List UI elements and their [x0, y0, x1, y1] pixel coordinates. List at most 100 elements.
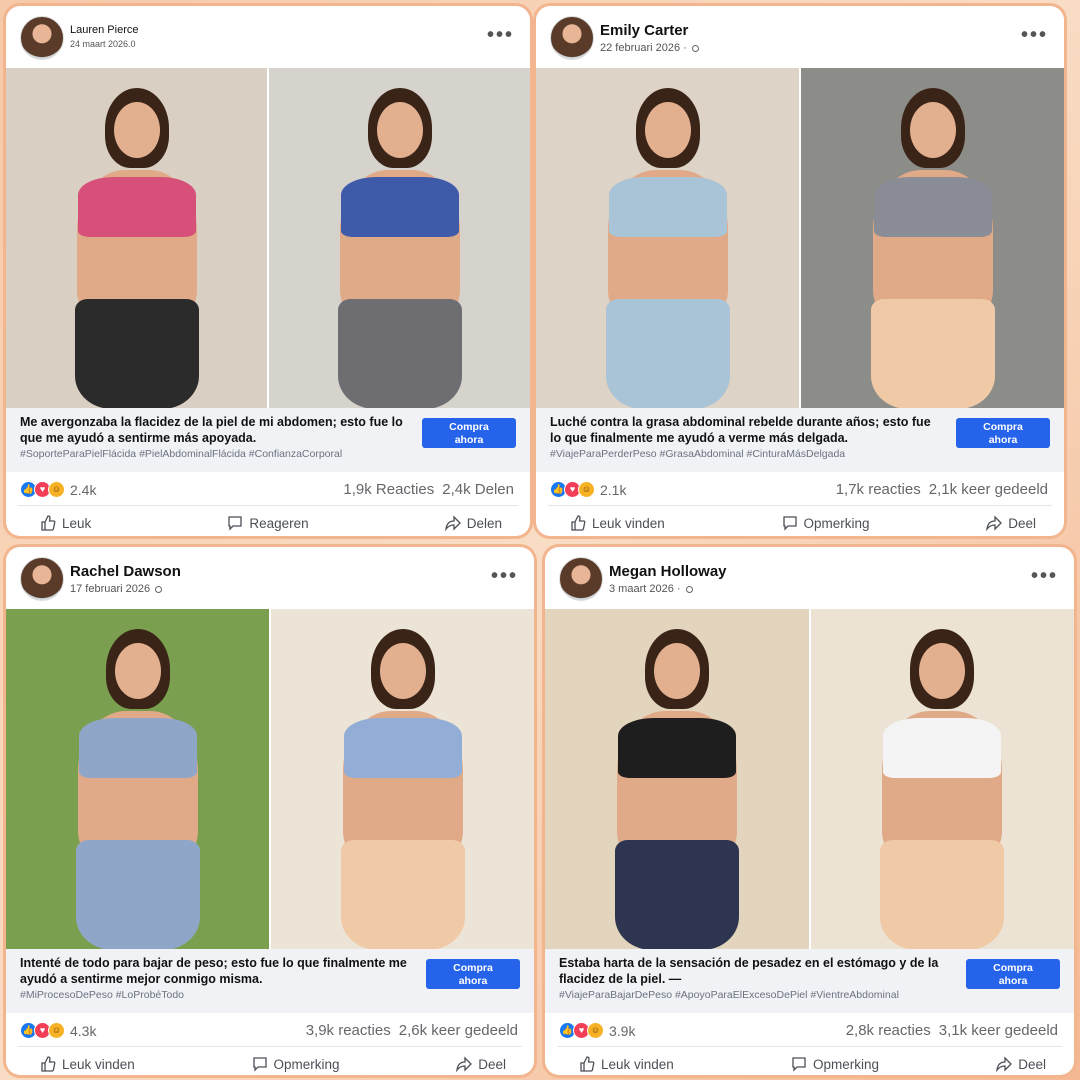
shop-now-button[interactable]: Compra ahora [426, 959, 520, 989]
after-photo [801, 68, 1064, 408]
share-button[interactable]: Delen [444, 515, 502, 531]
post-actions: Leuk vinden Opmerking Deel [6, 1047, 534, 1075]
person-top [78, 717, 197, 778]
reaction-summary[interactable]: 👍 ♥ ☺ 2.1k [550, 481, 626, 498]
shares-total[interactable]: 3,1k keer gedeeld [939, 1022, 1058, 1039]
share-icon [444, 515, 461, 531]
like-button[interactable]: Leuk vinden [40, 1056, 135, 1072]
author-name[interactable]: Rachel Dawson [70, 563, 181, 580]
shop-now-line2: ahora [458, 975, 488, 987]
ad-caption: Intenté de todo para bajar de peso; esto… [20, 956, 407, 986]
shop-now-line1: Compra [453, 962, 493, 974]
like-button[interactable]: Leuk vinden [570, 515, 665, 531]
care-reaction-icon: ☺ [48, 481, 65, 498]
post-card: Rachel Dawson 17 februari 2026 ••• Inten… [6, 547, 534, 1075]
share-icon [996, 1056, 1013, 1072]
person-bottom [605, 299, 730, 408]
engagement-counts[interactable]: 1,7k reacties 2,1k keer gedeeld [836, 481, 1048, 498]
comment-button[interactable]: Reageren [227, 515, 309, 531]
avatar[interactable] [20, 16, 64, 60]
post-card: Lauren Pierce 24 maart 2026.0 ••• Me ave… [6, 6, 530, 536]
post-actions: Leuk vinden Opmerking Deel [536, 506, 1064, 536]
reactions-total[interactable]: 2,8k reacties [846, 1022, 931, 1039]
shop-now-line2: ahora [998, 975, 1028, 987]
reaction-count: 4.3k [70, 1022, 97, 1039]
person-top [883, 717, 1002, 778]
photo-collage[interactable] [545, 609, 1074, 949]
share-label: Deel [478, 1056, 506, 1072]
person-head [379, 643, 426, 699]
share-button[interactable]: Deel [986, 515, 1036, 531]
engagement-counts[interactable]: 2,8k reacties 3,1k keer gedeeld [846, 1022, 1058, 1039]
person-head [376, 102, 423, 158]
care-reaction-icon: ☺ [48, 1022, 65, 1039]
avatar[interactable] [559, 557, 603, 601]
shares-total[interactable]: 2,1k keer gedeeld [929, 481, 1048, 498]
photo-collage[interactable] [536, 68, 1064, 408]
share-icon [986, 515, 1003, 531]
reaction-stats: 👍 ♥ ☺ 2.4k 1,9k Reacties 2,4k Delen [18, 472, 518, 506]
shop-now-button[interactable]: Compra ahora [966, 959, 1060, 989]
more-options-icon[interactable]: ••• [1021, 25, 1048, 45]
thumbs-up-icon [41, 515, 56, 531]
post-date-text: 17 februari 2026 [70, 583, 151, 595]
reactions-total[interactable]: 1,9k Reacties [343, 481, 434, 498]
care-reaction-icon: ☺ [578, 481, 595, 498]
reaction-summary[interactable]: 👍 ♥ ☺ 3.9k [559, 1022, 635, 1039]
photo-collage[interactable] [6, 68, 530, 408]
post-date: 3 maart 2026 · [609, 583, 693, 595]
person-head [919, 643, 966, 699]
avatar[interactable] [550, 16, 594, 60]
shares-total[interactable]: 2,6k keer gedeeld [399, 1022, 518, 1039]
shop-now-button[interactable]: Compra ahora [422, 418, 516, 448]
like-button[interactable]: Leuk vinden [579, 1056, 674, 1072]
reaction-summary[interactable]: 👍 ♥ ☺ 2.4k [20, 481, 96, 498]
hashtags[interactable]: #ViajeParaBajarDePeso #ApoyoParaElExceso… [559, 989, 1060, 1001]
person-bottom [74, 299, 199, 408]
hashtags[interactable]: #MiProcesoDePeso #LoProbéTodo [20, 989, 520, 1001]
shares-total[interactable]: 2,4k Delen [442, 481, 514, 498]
comment-icon [228, 516, 242, 531]
share-label: Deel [1008, 515, 1036, 531]
more-options-icon[interactable]: ••• [487, 25, 514, 45]
shop-now-button[interactable]: Compra ahora [956, 418, 1050, 448]
reactions-total[interactable]: 3,9k reacties [306, 1022, 391, 1039]
shop-now-line1: Compra [993, 962, 1033, 974]
like-label: Leuk vinden [592, 515, 665, 531]
before-photo [536, 68, 799, 408]
ad-caption: Me avergonzaba la flacidez de la piel de… [20, 415, 403, 445]
ad-caption-bar: Estaba harta de la sensación de pesadez … [545, 949, 1074, 1013]
engagement-counts[interactable]: 1,9k Reacties 2,4k Delen [343, 481, 514, 498]
more-options-icon[interactable]: ••• [491, 566, 518, 586]
reaction-summary[interactable]: 👍 ♥ ☺ 4.3k [20, 1022, 96, 1039]
person-bottom [340, 840, 465, 949]
more-options-icon[interactable]: ••• [1031, 566, 1058, 586]
post-date: 24 maart 2026.0 [70, 39, 136, 49]
reaction-count: 3.9k [609, 1022, 636, 1039]
before-photo [6, 609, 269, 949]
hashtags[interactable]: #SoporteParaPielFlácida #PielAbdominalFl… [20, 448, 516, 460]
after-photo [269, 68, 530, 408]
comment-button[interactable]: Opmerking [791, 1056, 879, 1072]
author-name[interactable]: Lauren Pierce [70, 24, 139, 36]
like-button[interactable]: Leuk [40, 515, 91, 531]
engagement-counts[interactable]: 3,9k reacties 2,6k keer gedeeld [306, 1022, 518, 1039]
reactions-total[interactable]: 1,7k reacties [836, 481, 921, 498]
reaction-stats: 👍 ♥ ☺ 4.3k 3,9k reacties 2,6k keer gedeel… [18, 1013, 522, 1047]
avatar[interactable] [20, 557, 64, 601]
hashtags[interactable]: #ViajeParaPerderPeso #GrasaAbdominal #Ci… [550, 448, 1050, 460]
post-header: Lauren Pierce 24 maart 2026.0 ••• [6, 6, 530, 68]
comment-button[interactable]: Opmerking [252, 1056, 340, 1072]
thumbs-up-icon [41, 1056, 56, 1072]
share-button[interactable]: Deel [996, 1056, 1046, 1072]
person-head [909, 102, 956, 158]
person-bottom [614, 840, 739, 949]
comment-icon [252, 1057, 267, 1072]
author-name[interactable]: Megan Holloway [609, 563, 727, 580]
author-name[interactable]: Emily Carter [600, 22, 688, 39]
photo-collage[interactable] [6, 609, 534, 949]
comment-button[interactable]: Opmerking [782, 515, 870, 531]
share-button[interactable]: Deel [456, 1056, 506, 1072]
globe-icon [685, 585, 693, 593]
globe-icon [691, 44, 699, 52]
